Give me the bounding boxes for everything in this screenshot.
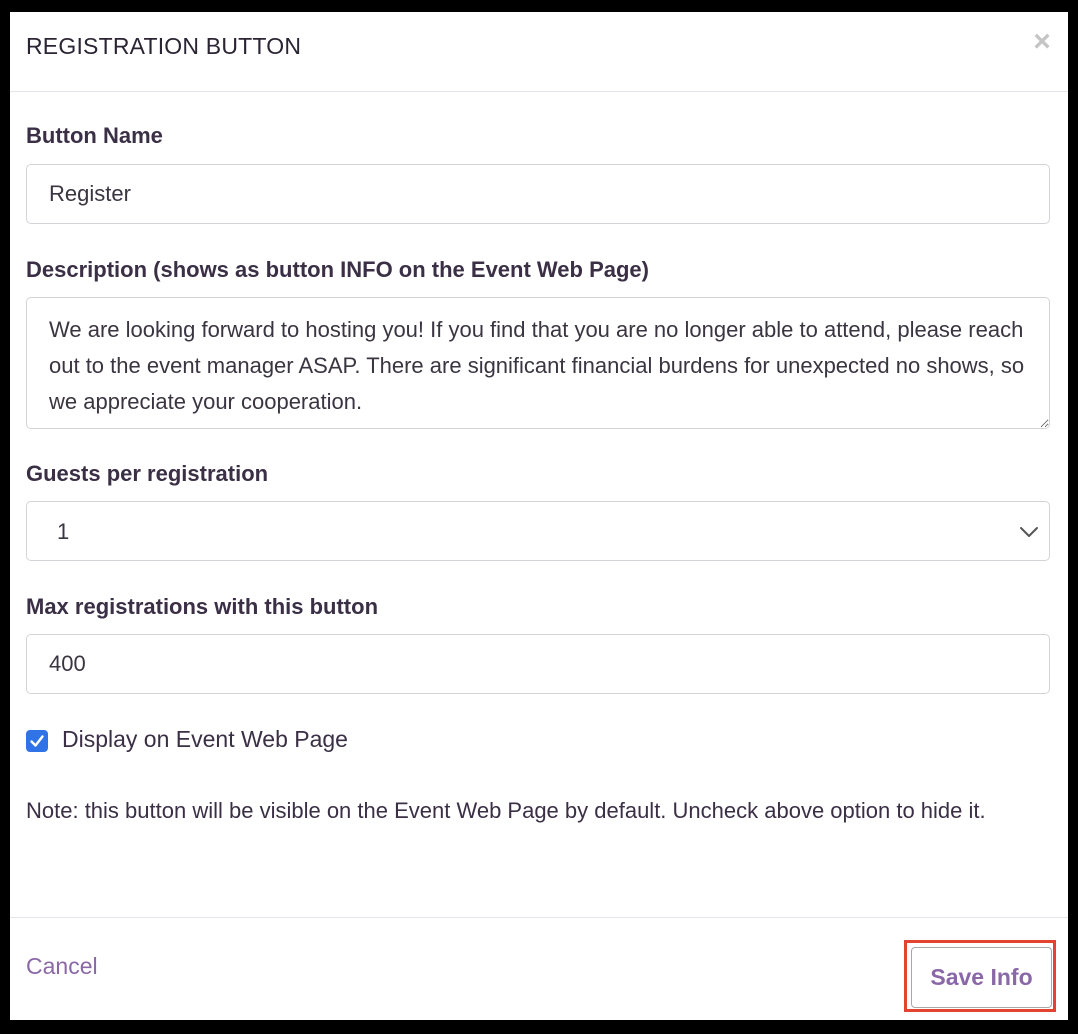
save-info-button[interactable]: Save Info (911, 947, 1052, 1008)
chevron-down-icon (1020, 527, 1038, 537)
modal-header: REGISTRATION BUTTON × (10, 12, 1068, 92)
guests-selected-value: 1 (57, 519, 70, 544)
max-registrations-input[interactable] (26, 634, 1050, 694)
modal-footer: Cancel Save Info (10, 917, 1068, 1020)
registration-button-modal: REGISTRATION BUTTON × Button Name Descri… (10, 12, 1068, 1020)
max-registrations-label: Max registrations with this button (26, 594, 379, 619)
modal-title: REGISTRATION BUTTON (26, 33, 302, 59)
save-button-highlight: Save Info (904, 940, 1056, 1012)
checkmark-icon (30, 735, 44, 747)
close-icon[interactable]: × (1030, 27, 1054, 57)
display-on-web-page-label[interactable]: Display on Event Web Page (62, 726, 348, 753)
guests-per-registration-label: Guests per registration (26, 461, 269, 486)
button-name-input[interactable] (26, 164, 1050, 224)
guests-per-registration-select[interactable]: 1 (26, 501, 1050, 561)
button-name-label: Button Name (26, 123, 163, 148)
description-label: Description (shows as button INFO on the… (26, 257, 649, 282)
visibility-note: Note: this button will be visible on the… (26, 798, 986, 823)
description-textarea[interactable]: We are looking forward to hosting you! I… (26, 297, 1050, 429)
display-on-web-page-checkbox[interactable] (26, 730, 48, 752)
cancel-link[interactable]: Cancel (26, 953, 98, 980)
